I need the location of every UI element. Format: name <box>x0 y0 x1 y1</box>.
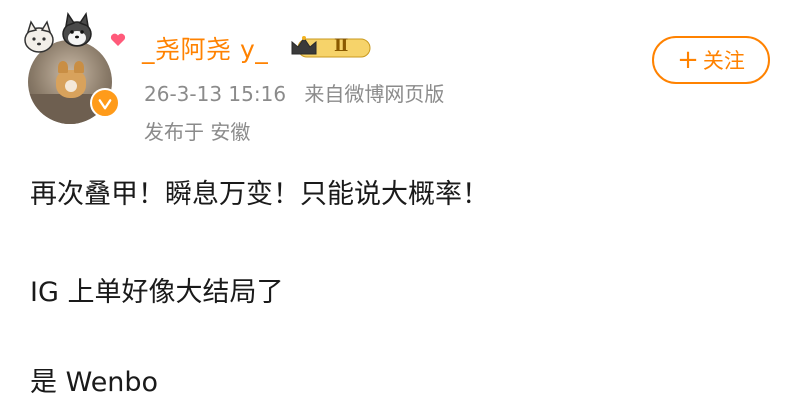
avatar-dog <box>56 61 86 98</box>
verified-badge-icon <box>90 88 120 118</box>
username[interactable]: _尧阿尧 y_ <box>142 30 268 66</box>
sticker-husky-icon <box>60 12 94 48</box>
level-numeral: Ⅱ <box>334 36 349 56</box>
avatar-container[interactable] <box>20 12 126 124</box>
heart-icon <box>110 32 126 46</box>
post-source: 来自微博网页版 <box>304 82 445 106</box>
user-level-badge[interactable]: Ⅱ <box>290 34 374 60</box>
post-timestamp[interactable]: 26-3-13 15:16 <box>144 82 286 106</box>
follow-button[interactable]: + 关注 <box>652 36 770 84</box>
post-location: 发布于 安徽 <box>144 120 251 144</box>
avatar-dog-face <box>65 80 77 92</box>
post-text-line-2: IG 上单好像大结局了 <box>30 277 284 308</box>
follow-label: 关注 <box>702 49 745 73</box>
crown-icon <box>291 36 371 58</box>
post-text-line-3: 是 Wenbo <box>30 367 159 398</box>
plus-icon: + <box>677 45 699 75</box>
post-text-line-1: 再次叠甲！瞬息万变！只能说大概率！ <box>30 179 489 210</box>
post-meta: 26-3-13 15:16 来自微博网页版 <box>144 78 444 107</box>
sticker-dog-icon <box>22 18 56 54</box>
